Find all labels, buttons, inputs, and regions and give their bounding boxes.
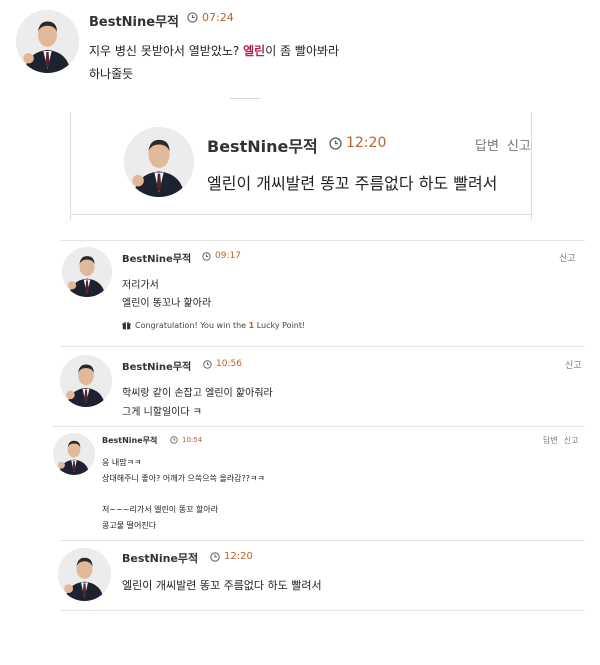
- comment3-line2: 상대해주니 좋아? 어깨가 으쓱으쓱 올라감??ㅋㅋ: [102, 474, 265, 483]
- quote-border-right: [531, 112, 532, 220]
- clock-icon: [203, 360, 212, 369]
- comment-divider: [60, 540, 585, 541]
- post-author[interactable]: BestNine무적: [89, 11, 179, 30]
- comment2-avatar[interactable]: [60, 355, 112, 407]
- post-body-line2: 하나줄듯: [89, 67, 134, 81]
- quoted-body: 엘린이 개씨발련 똥꼬 주름없다 하도 빨려서: [207, 174, 498, 193]
- comment1-actions: 신고: [559, 251, 576, 264]
- comment-divider: [60, 240, 585, 241]
- comment2-report-button[interactable]: 신고: [565, 358, 582, 371]
- comment3-time: 10:54: [170, 436, 202, 444]
- comment3-report-button[interactable]: 신고: [564, 435, 579, 446]
- comment3-line3: 저~~~리가서 엘린이 똥꼬 할아라: [102, 505, 219, 514]
- comment2-time: 10:56: [203, 359, 242, 369]
- comment2-line2: 그게 니할일이다 ㅋ: [122, 407, 202, 418]
- comment1-avatar[interactable]: [62, 247, 112, 297]
- post-text-before: 지우 병신 못받아서 열받았노?: [89, 44, 244, 58]
- comment4-time: 12:20: [210, 551, 253, 562]
- lucky-point-notice: Congratulation! You win the 1 Lucky Poin…: [122, 321, 305, 330]
- top-dotted-divider: [230, 98, 260, 99]
- comment3-time-text: 10:54: [182, 436, 203, 444]
- comment2-author[interactable]: BestNine무적: [122, 358, 191, 373]
- comment3-line1: 응 내맘ㅋㅋ: [102, 458, 142, 467]
- clock-icon: [210, 552, 220, 562]
- clock-icon: [202, 252, 211, 261]
- quoted-report-button[interactable]: 신고: [507, 135, 531, 154]
- comment2-avatar-image: [60, 355, 112, 407]
- comment3-avatar-image: [53, 433, 95, 475]
- avatar[interactable]: [16, 10, 79, 73]
- comment1-time: 09:17: [202, 251, 241, 261]
- quoted-author[interactable]: BestNine무적: [207, 133, 318, 157]
- lucky-text: Congratulation! You win the 1 Lucky Poin…: [135, 321, 306, 330]
- comment2-line1: 학씨랑 같이 손잡고 엘린이 핥아줘라: [122, 388, 273, 399]
- comment3-line4: 콩고물 떨어진다: [102, 521, 157, 530]
- post-time: 07:24: [187, 11, 234, 24]
- post-body-line1: 지우 병신 못받아서 열받았노? 엘린이 좀 빨아봐라: [89, 42, 339, 59]
- comment3-actions: 답변 신고: [543, 435, 578, 446]
- comment1-line1: 저리가서: [122, 280, 159, 291]
- comment4-avatar[interactable]: [58, 548, 111, 601]
- comment1-report-button[interactable]: 신고: [559, 251, 576, 264]
- gift-icon: [122, 321, 131, 330]
- post-highlight: 엘린: [243, 44, 266, 58]
- comment4-avatar-image: [58, 548, 111, 601]
- quote-border-bottom: [70, 214, 532, 215]
- clock-icon: [187, 12, 198, 23]
- clock-icon: [170, 436, 178, 444]
- comment2-time-text: 10:56: [216, 359, 242, 369]
- comment1-time-text: 09:17: [215, 251, 241, 261]
- quoted-avatar[interactable]: [124, 127, 194, 197]
- comment-divider: [60, 610, 585, 611]
- quoted-actions: 답변 신고: [475, 135, 531, 154]
- quote-border-left: [70, 112, 71, 220]
- comment1-author[interactable]: BestNine무적: [122, 250, 191, 265]
- comment4-author[interactable]: BestNine무적: [122, 550, 198, 566]
- quoted-time: 12:20: [329, 135, 386, 151]
- clock-icon: [329, 137, 342, 150]
- comment3-reply-button[interactable]: 답변: [543, 435, 558, 446]
- comment2-actions: 신고: [565, 358, 582, 371]
- post-text-after: 이 좀 빨아봐라: [265, 44, 340, 58]
- comment3-avatar[interactable]: [53, 433, 95, 475]
- post-time-text: 07:24: [202, 11, 234, 24]
- comment4-time-text: 12:20: [224, 551, 253, 562]
- comment3-author[interactable]: BestNine무적: [102, 435, 157, 446]
- comment-divider: [60, 346, 585, 347]
- comment-divider: [52, 426, 585, 427]
- quoted-reply-button[interactable]: 답변: [475, 135, 499, 154]
- quoted-avatar-image: [124, 127, 194, 197]
- avatar-image: [16, 10, 79, 73]
- comment1-line2: 엘린이 똥꼬나 핥아라: [122, 298, 212, 309]
- comment4-line1: 엘린이 개씨발련 똥꼬 주름없다 하도 빨려서: [122, 579, 322, 592]
- comment1-avatar-image: [62, 247, 112, 297]
- quoted-time-text: 12:20: [346, 135, 387, 151]
